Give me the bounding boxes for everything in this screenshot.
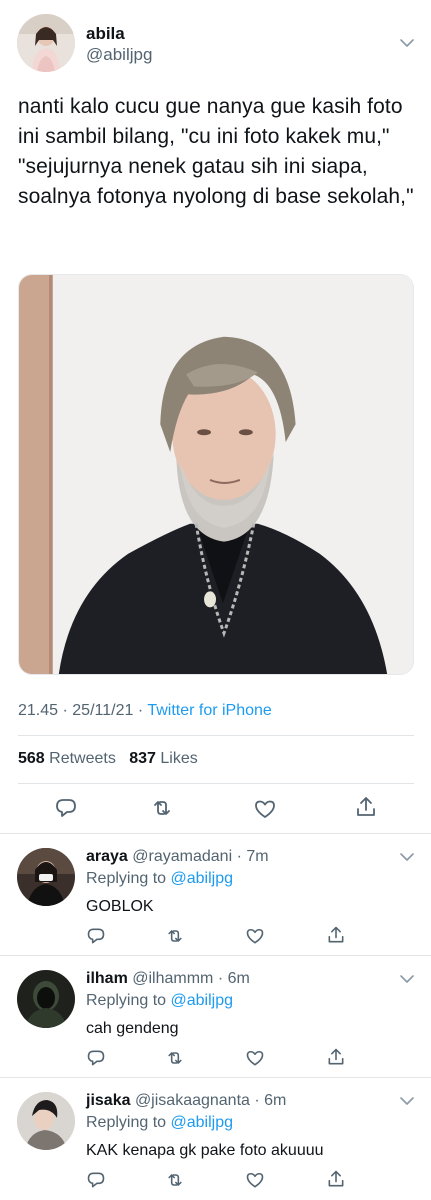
share-icon[interactable] [354,795,378,819]
tweet-meta: 21.45 · 25/11/21 · Twitter for iPhone [18,702,272,720]
retweet-icon[interactable] [165,1048,185,1068]
likes-count: 837 [129,750,156,767]
reply-item[interactable]: araya @rayamadani · 7m Replying to @abil… [0,834,431,956]
author-handle[interactable]: @abiljpg [86,45,152,65]
reply-text: GOBLOK [86,898,154,915]
meta-separator: · [213,970,228,987]
replying-handle-link[interactable]: @abiljpg [171,992,234,1009]
reply-time: 7m [246,848,269,865]
reply-author-name[interactable]: ilham [86,970,128,987]
reply-header: ilham @ilhammm · 6m [86,970,250,988]
retweet-icon[interactable] [165,926,185,946]
reply-text: cah gendeng [86,1020,179,1037]
tweet-photo[interactable] [18,274,414,675]
reply-item[interactable]: jisaka @jisakaagnanta · 6m Replying to @… [0,1078,431,1200]
replying-label: Replying to [86,1114,167,1131]
heart-icon[interactable] [245,1048,265,1068]
likes-stat[interactable]: 837 Likes [129,750,198,767]
replying-handle-link[interactable]: @abiljpg [171,870,234,887]
replying-handle-link[interactable]: @abiljpg [171,1114,234,1131]
reply-avatar[interactable] [17,1092,75,1150]
divider [18,735,414,736]
tweet-time: 21.45 [18,702,59,719]
meta-separator: · [249,1092,265,1109]
reply-author-name[interactable]: araya [86,848,128,865]
reply-time: 6m [227,970,250,987]
meta-separator: · [232,848,247,865]
reply-text: KAK kenapa gk pake foto akuuuu [86,1142,324,1159]
meta-separator: · [137,702,148,719]
retweet-icon[interactable] [150,796,174,820]
share-icon[interactable] [326,1169,346,1189]
heart-icon[interactable] [245,1170,265,1190]
retweets-count: 568 [18,750,45,767]
share-icon[interactable] [326,925,346,945]
reply-icon[interactable] [86,1170,106,1190]
reply-author-handle[interactable]: @jisakaagnanta [135,1092,250,1109]
author-name[interactable]: abila [86,24,125,44]
replying-label: Replying to [86,992,167,1009]
reply-item[interactable]: ilham @ilhammm · 6m Replying to @abiljpg… [0,956,431,1078]
tweet-stats: 568 Retweets 837 Likes [18,750,198,768]
heart-icon[interactable] [253,797,277,821]
reply-icon[interactable] [86,1048,106,1068]
reply-author-handle[interactable]: @ilhammm [132,970,213,987]
reply-author-name[interactable]: jisaka [86,1092,130,1109]
replying-label: Replying to [86,870,167,887]
tweet-source-link[interactable]: Twitter for iPhone [147,702,272,719]
replying-to: Replying to @abiljpg [86,870,233,888]
reply-icon[interactable] [86,926,106,946]
share-icon[interactable] [326,1047,346,1067]
chevron-down-icon[interactable] [398,1092,416,1110]
meta-separator: · [62,702,73,719]
reply-avatar[interactable] [17,970,75,1028]
reply-header: jisaka @jisakaagnanta · 6m [86,1092,286,1110]
reply-author-handle[interactable]: @rayamadani [132,848,232,865]
likes-label: Likes [160,750,198,767]
tweet-text: nanti kalo cucu gue nanya gue kasih foto… [18,95,414,208]
reply-header: araya @rayamadani · 7m [86,848,269,866]
chevron-down-icon[interactable] [398,34,416,52]
chevron-down-icon[interactable] [398,848,416,866]
tweet-date: 25/11/21 [72,702,134,719]
divider [18,783,414,784]
replying-to: Replying to @abiljpg [86,1114,233,1132]
reply-time: 6m [264,1092,287,1109]
reply-icon[interactable] [54,796,78,820]
reply-avatar[interactable] [17,848,75,906]
heart-icon[interactable] [245,926,265,946]
retweets-stat[interactable]: 568 Retweets [18,750,116,767]
retweet-icon[interactable] [165,1170,185,1190]
chevron-down-icon[interactable] [398,970,416,988]
replying-to: Replying to @abiljpg [86,992,233,1010]
retweets-label: Retweets [49,750,116,767]
author-avatar[interactable] [17,14,75,72]
